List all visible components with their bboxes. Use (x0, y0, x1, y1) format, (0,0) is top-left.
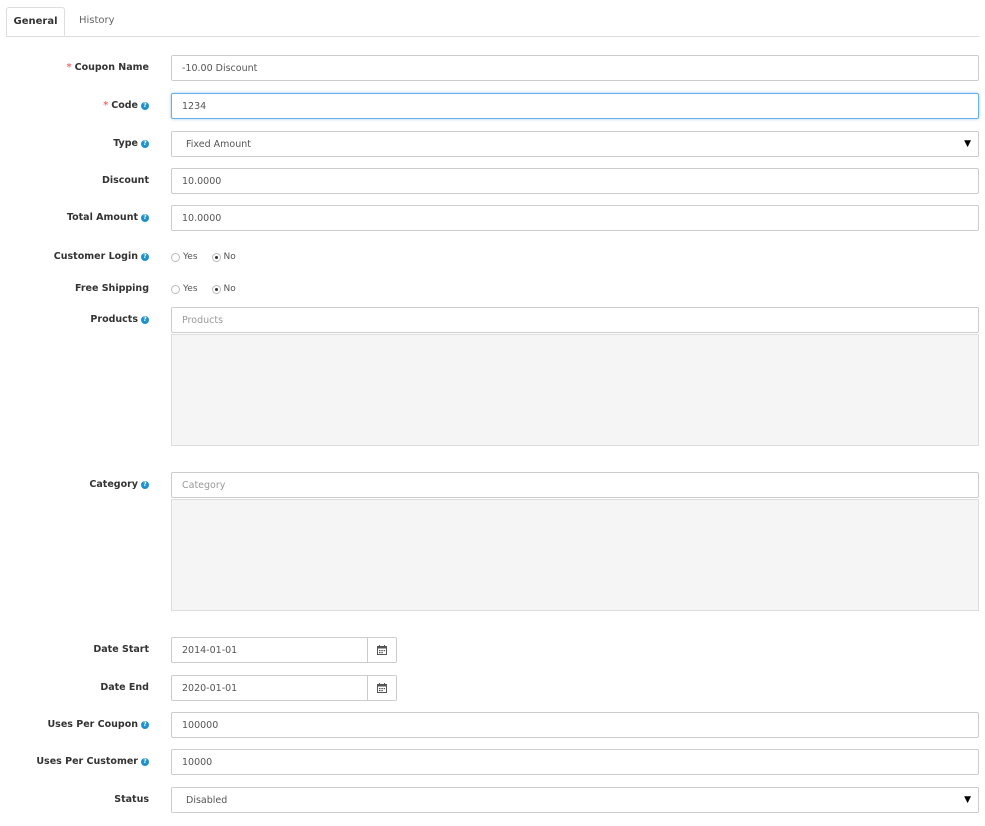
total-amount-input[interactable] (171, 205, 979, 231)
customer-login-label-text: Customer Login (53, 251, 138, 262)
free-shipping-row: Free Shipping Yes No (0, 282, 985, 298)
free-shipping-yes-radio[interactable] (171, 284, 180, 294)
category-well (171, 499, 979, 611)
products-well (171, 334, 979, 446)
discount-label: Discount (102, 175, 149, 186)
customer-login-radios: Yes No (171, 252, 250, 262)
required-marker: * (103, 100, 109, 111)
caret-down-icon: ▼ (964, 795, 971, 805)
tab-general[interactable]: General (6, 7, 65, 36)
date-start-row: Date Start (0, 637, 985, 663)
help-icon[interactable]: ? (141, 315, 149, 324)
category-label: Category ? (89, 479, 149, 490)
total-amount-label-text: Total Amount (66, 212, 138, 223)
type-row: Type ? Fixed Amount ▼ (0, 131, 985, 157)
uses-per-coupon-label: Uses Per Coupon ? (47, 719, 149, 730)
discount-label-text: Discount (101, 175, 149, 186)
category-input[interactable] (171, 472, 979, 498)
status-label: Status (114, 794, 149, 805)
date-end-input[interactable] (171, 675, 368, 701)
discount-row: Discount (0, 168, 985, 194)
help-icon[interactable]: ? (141, 213, 149, 222)
date-end-label: Date End (100, 682, 149, 693)
free-shipping-label-text: Free Shipping (74, 283, 149, 294)
uses-per-coupon-input[interactable] (171, 712, 979, 738)
date-start-calendar-button[interactable] (367, 637, 397, 663)
coupon-name-row: * Coupon Name (0, 55, 985, 81)
date-end-row: Date End (0, 675, 985, 701)
date-start-label: Date Start (93, 644, 149, 655)
date-end-label-text: Date End (100, 682, 149, 693)
uses-per-customer-input[interactable] (171, 749, 979, 775)
caret-down-icon: ▼ (964, 139, 971, 149)
code-input[interactable] (171, 93, 979, 119)
coupon-name-label-text: Coupon Name (74, 62, 149, 73)
free-shipping-radios: Yes No (171, 284, 250, 294)
free-shipping-no-radio[interactable] (211, 284, 221, 294)
customer-login-no-radio[interactable] (211, 252, 221, 262)
free-shipping-label: Free Shipping (75, 283, 149, 294)
help-icon[interactable]: ? (141, 757, 149, 766)
coupon-name-label: * Coupon Name (67, 62, 149, 73)
free-shipping-yes-label[interactable]: Yes (183, 284, 198, 294)
free-shipping-no-label[interactable]: No (224, 284, 236, 294)
customer-login-row: Customer Login ? Yes No (0, 250, 985, 266)
tab-bar: General History (6, 7, 979, 37)
coupon-name-input[interactable] (171, 55, 979, 81)
date-start-label-text: Date Start (93, 644, 149, 655)
uses-per-coupon-row: Uses Per Coupon ? (0, 712, 985, 738)
type-label: Type ? (113, 138, 149, 149)
uses-per-customer-label: Uses Per Customer ? (36, 756, 149, 767)
type-label-text: Type (113, 138, 138, 149)
category-row: Category ? (0, 472, 985, 611)
status-row: Status Disabled ▼ (0, 787, 985, 813)
required-marker: * (66, 62, 72, 73)
type-select-value: Fixed Amount (186, 138, 251, 150)
code-label: * Code ? (103, 100, 149, 111)
total-amount-label: Total Amount ? (67, 212, 149, 223)
calendar-icon (377, 645, 387, 655)
date-end-calendar-button[interactable] (367, 675, 397, 701)
help-icon[interactable]: ? (141, 252, 149, 261)
help-icon[interactable]: ? (141, 101, 149, 110)
products-label-text: Products (90, 314, 138, 325)
tab-history[interactable]: History (79, 7, 115, 36)
code-label-text: Code (111, 100, 138, 111)
category-label-text: Category (89, 479, 138, 490)
customer-login-yes-label[interactable]: Yes (183, 252, 198, 262)
help-icon[interactable]: ? (141, 139, 149, 148)
customer-login-yes-radio[interactable] (171, 252, 180, 262)
uses-per-customer-label-text: Uses Per Customer (36, 756, 138, 767)
date-start-input[interactable] (171, 637, 368, 663)
status-select-value: Disabled (186, 794, 228, 806)
type-select[interactable]: Fixed Amount ▼ (171, 131, 979, 157)
uses-per-customer-row: Uses Per Customer ? (0, 749, 985, 775)
code-row: * Code ? (0, 93, 985, 119)
total-amount-row: Total Amount ? (0, 205, 985, 231)
status-select[interactable]: Disabled ▼ (171, 787, 979, 813)
status-label-text: Status (114, 794, 149, 805)
products-label: Products ? (90, 314, 149, 325)
help-icon[interactable]: ? (141, 480, 149, 489)
customer-login-no-label[interactable]: No (224, 252, 236, 262)
products-input[interactable] (171, 307, 979, 333)
uses-per-coupon-label-text: Uses Per Coupon (47, 719, 138, 730)
discount-input[interactable] (171, 168, 979, 194)
customer-login-label: Customer Login ? (54, 251, 149, 262)
help-icon[interactable]: ? (141, 720, 149, 729)
calendar-icon (377, 683, 387, 693)
products-row: Products ? (0, 307, 985, 446)
